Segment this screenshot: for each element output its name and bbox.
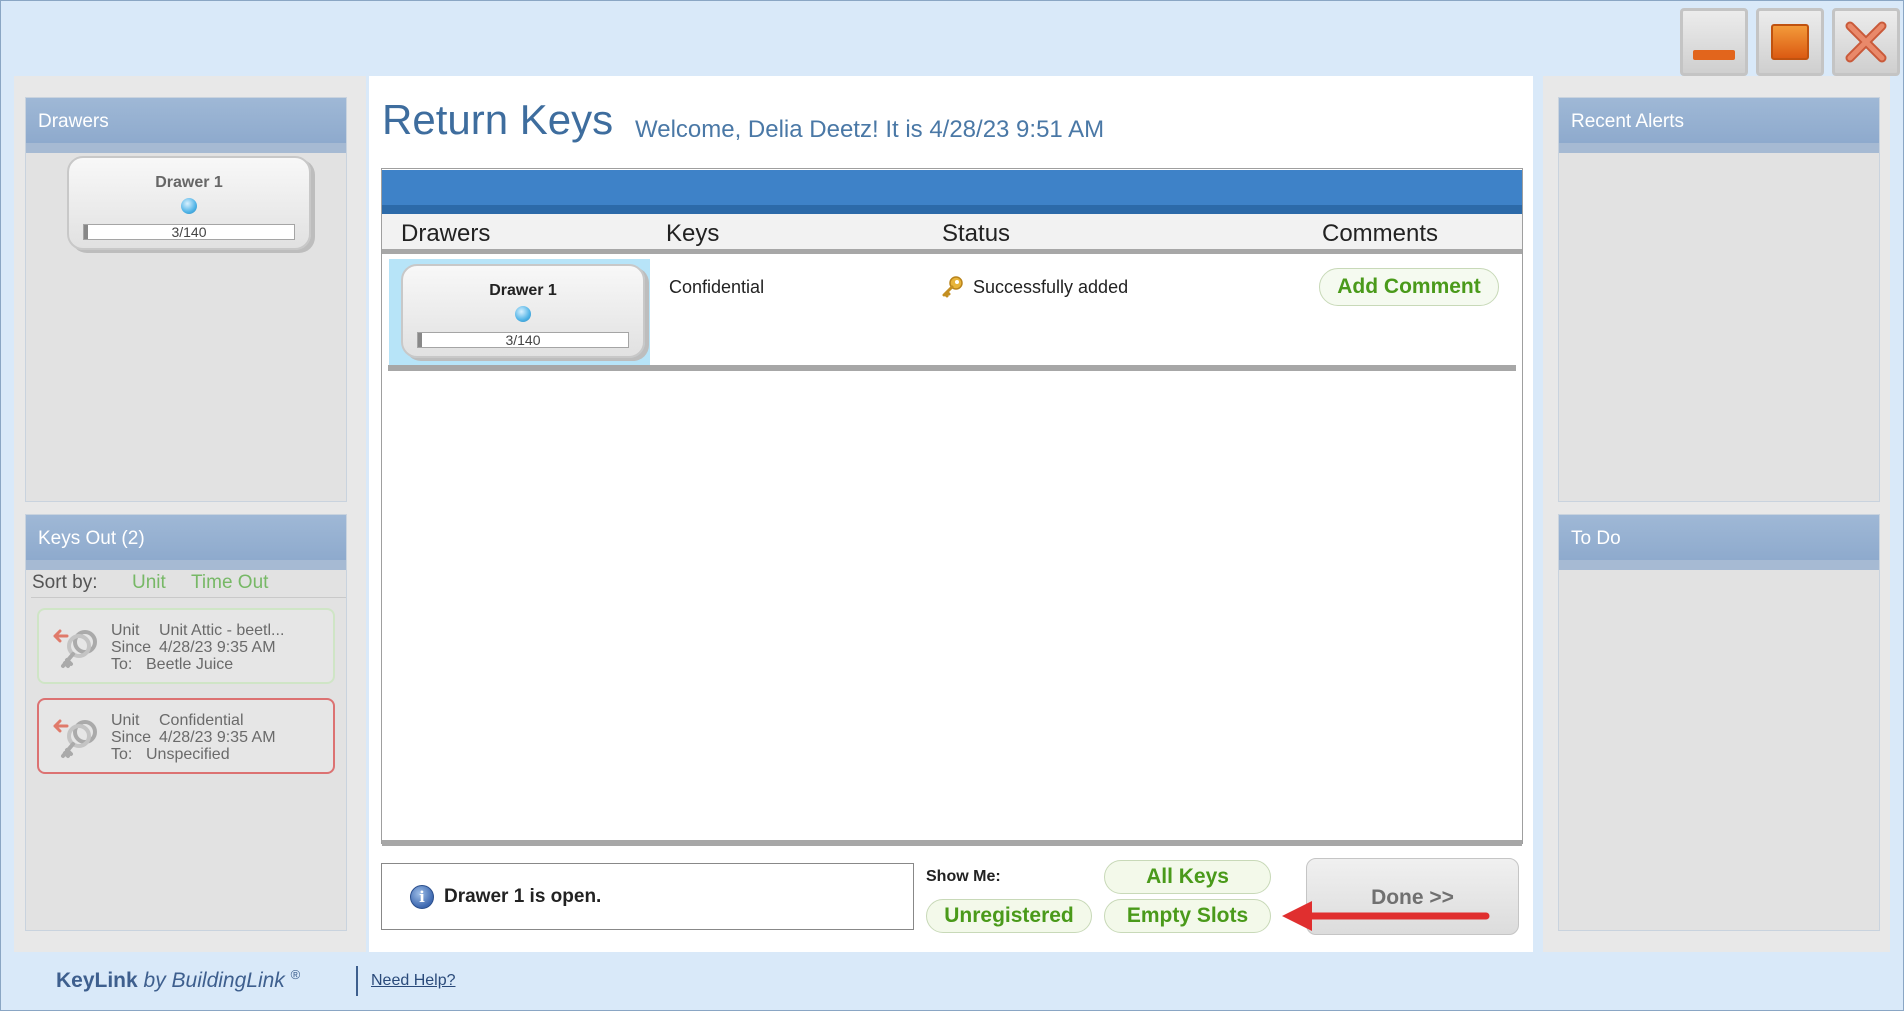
close-icon (1845, 21, 1887, 63)
todo-panel: To Do (1558, 514, 1880, 931)
recent-alerts-panel: Recent Alerts (1558, 97, 1880, 502)
key-icon (942, 276, 963, 298)
add-comment-button[interactable]: Add Comment (1319, 268, 1499, 306)
keys-out-panel-title: Keys Out (2) (26, 515, 346, 570)
keys-out-icon (53, 629, 97, 668)
minimize-icon (1693, 50, 1735, 60)
footer-divider (356, 966, 358, 996)
minimize-button[interactable] (1680, 8, 1748, 76)
table-drawer-1[interactable]: Drawer 1 3/140 (401, 264, 645, 358)
welcome-message: Welcome, Delia Deetz! It is 4/28/23 9:51… (635, 116, 1105, 143)
key-out-details: Unit Confidential Since 4/28/23 9:35 AM To… (111, 712, 276, 763)
drawers-panel-title: Drawers (26, 98, 346, 153)
all-keys-button[interactable]: All Keys (1104, 860, 1271, 894)
table-cell-status: Successfully added (973, 277, 1129, 297)
key-out-to: Unspecified (146, 746, 230, 763)
unregistered-button[interactable]: Unregistered (926, 899, 1092, 933)
recent-alerts-title: Recent Alerts (1559, 98, 1879, 153)
close-button[interactable] (1832, 8, 1900, 76)
key-out-unit: Confidential (159, 712, 244, 729)
page-title: Return Keys (382, 96, 614, 143)
drawer-capacity-bar: 3/140 (417, 332, 629, 348)
column-header-drawers: Drawers (401, 220, 491, 247)
table-toolbar (382, 170, 1522, 214)
key-out-since: 4/28/23 9:35 AM (159, 639, 276, 656)
empty-slots-button[interactable]: Empty Slots (1104, 899, 1271, 933)
drawer-name: Drawer 1 (155, 174, 223, 191)
key-out-to: Beetle Juice (146, 656, 234, 673)
maximize-button[interactable] (1756, 8, 1824, 76)
key-out-details: Unit Unit Attic - beetl... Since 4/28/23 9… (111, 622, 285, 673)
show-me-label: Show Me: (926, 868, 1001, 885)
drawer-name: Drawer 1 (489, 282, 557, 299)
drawer-capacity-bar: 3/140 (83, 224, 295, 240)
key-out-card[interactable]: Unit Confidential Since 4/28/23 9:35 AM To… (37, 698, 335, 774)
key-out-card[interactable]: Unit Unit Attic - beetl... Since 4/28/23 9… (37, 608, 335, 684)
column-header-comments: Comments (1322, 220, 1439, 247)
red-arrow-annotation-icon (1282, 901, 1490, 931)
table-bottom-border (382, 840, 1522, 846)
sort-by-label: Sort by: (32, 572, 98, 593)
table-cell-key: Confidential (669, 277, 765, 297)
maximize-icon (1771, 24, 1809, 60)
status-message: Drawer 1 is open. (444, 886, 602, 907)
drawer-status-dot-icon (515, 306, 531, 322)
sort-bar: Sort by: Unit Time Out (31, 568, 346, 598)
drawer-status-dot-icon (181, 198, 197, 214)
sort-time-out-link[interactable]: Time Out (191, 572, 268, 594)
row-divider (388, 365, 1516, 371)
todo-title: To Do (1559, 515, 1879, 570)
sort-unit-link[interactable]: Unit (132, 572, 166, 594)
need-help-link[interactable]: Need Help? (371, 972, 456, 990)
info-icon: i (410, 885, 434, 909)
sidebar-drawer-1[interactable]: Drawer 1 3/140 (67, 156, 311, 250)
keys-out-icon (53, 719, 97, 758)
key-out-unit: Unit Attic - beetl... (159, 622, 285, 639)
keylink-logo: KeyLink by BuildingLink ® (56, 967, 301, 992)
column-header-keys: Keys (666, 220, 720, 247)
column-header-status: Status (942, 220, 1011, 247)
key-out-since: 4/28/23 9:35 AM (159, 729, 276, 746)
